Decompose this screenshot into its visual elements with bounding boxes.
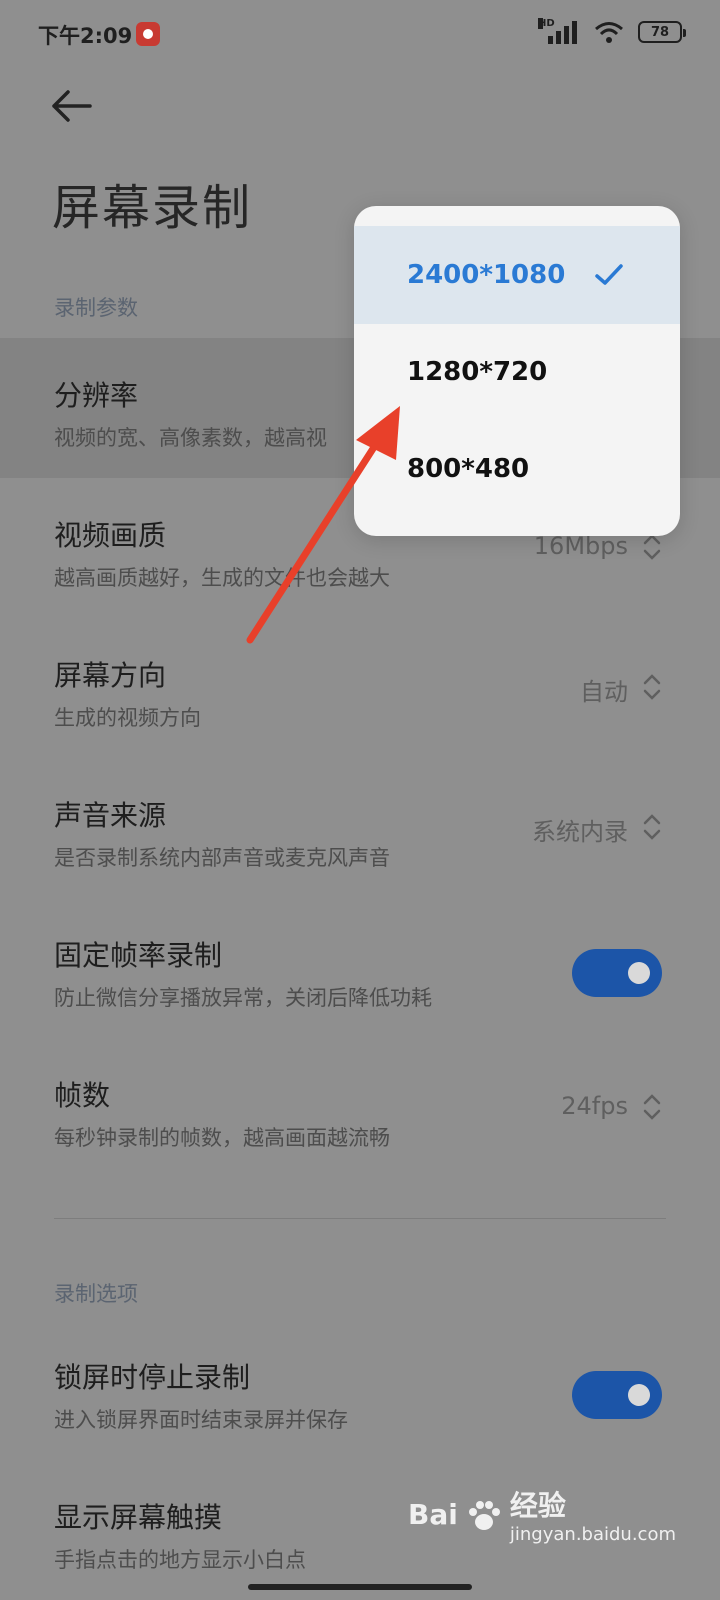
option-label: 800*480 bbox=[407, 454, 530, 484]
arrow-left-icon[interactable] bbox=[50, 86, 94, 126]
toggle-knob bbox=[628, 1384, 650, 1406]
watermark-domain: jingyan.baidu.com bbox=[509, 1524, 676, 1545]
status-bar: 下午2:09 HD 78 bbox=[0, 0, 720, 70]
setting-title: 分辨率 bbox=[54, 379, 139, 412]
paw-icon bbox=[468, 1500, 500, 1530]
chevron-updown-icon bbox=[643, 674, 661, 700]
wifi-icon bbox=[595, 22, 623, 43]
setting-subtitle: 手指点击的地方显示小白点 bbox=[54, 1548, 306, 1572]
section-header-options: 录制选项 bbox=[54, 1282, 138, 1306]
section-divider bbox=[54, 1218, 666, 1219]
setting-subtitle: 进入锁屏界面时结束录屏并保存 bbox=[54, 1408, 348, 1432]
signal-icon: HD bbox=[538, 18, 580, 44]
status-indicators: HD 78 bbox=[538, 18, 686, 44]
battery-level: 78 bbox=[650, 24, 670, 40]
dropdown-option-selected[interactable]: 2400*1080 bbox=[354, 226, 680, 324]
setting-title: 视频画质 bbox=[54, 519, 167, 552]
option-label: 2400*1080 bbox=[407, 260, 566, 290]
chevron-updown-icon bbox=[643, 814, 661, 840]
setting-title: 帧数 bbox=[54, 1079, 111, 1112]
setting-row-stop-on-lock: 锁屏时停止录制 进入锁屏界面时结束录屏并保存 bbox=[0, 1320, 720, 1460]
setting-title: 屏幕方向 bbox=[54, 659, 167, 692]
setting-value: 16Mbps bbox=[533, 532, 628, 560]
fixed-framerate-toggle[interactable] bbox=[572, 949, 662, 997]
watermark-suffix: 经验 bbox=[509, 1489, 566, 1522]
stop-on-lock-toggle[interactable] bbox=[572, 1371, 662, 1419]
checkmark-icon bbox=[595, 264, 623, 285]
setting-row-fixed-framerate: 固定帧率录制 防止微信分享播放异常，关闭后降低功耗 bbox=[0, 898, 720, 1038]
toggle-knob bbox=[628, 962, 650, 984]
setting-title: 声音来源 bbox=[54, 799, 167, 832]
setting-value: 24fps bbox=[561, 1092, 628, 1120]
red-arrow-annotation bbox=[246, 406, 400, 644]
page-title: 屏幕录制 bbox=[52, 180, 253, 236]
section-header-params: 录制参数 bbox=[54, 296, 138, 320]
baidu-watermark: Bai 经验 jingyan.baidu.com bbox=[408, 1484, 676, 1545]
chevron-updown-icon bbox=[643, 1094, 661, 1120]
option-label: 1280*720 bbox=[407, 357, 548, 387]
setting-subtitle: 是否录制系统内部声音或麦克风声音 bbox=[54, 846, 390, 870]
setting-title: 固定帧率录制 bbox=[54, 939, 223, 972]
status-time: 下午2:09 bbox=[38, 24, 133, 48]
setting-subtitle: 生成的视频方向 bbox=[54, 706, 201, 730]
setting-row-frame-rate[interactable]: 帧数 每秒钟录制的帧数，越高画面越流畅 24fps bbox=[0, 1038, 720, 1178]
setting-value: 自动 bbox=[580, 678, 628, 706]
app-notification-icon bbox=[136, 22, 160, 46]
setting-subtitle: 每秒钟录制的帧数，越高画面越流畅 bbox=[54, 1126, 390, 1150]
network-label: HD bbox=[538, 18, 555, 29]
battery-icon: 78 bbox=[638, 21, 686, 43]
chevron-updown-icon bbox=[643, 534, 661, 560]
home-indicator[interactable] bbox=[248, 1584, 472, 1590]
setting-row-audio-source[interactable]: 声音来源 是否录制系统内部声音或麦克风声音 系统内录 bbox=[0, 758, 720, 898]
setting-title: 显示屏幕触摸 bbox=[54, 1501, 223, 1534]
screen-recording-settings-page: 下午2:09 HD 78 屏幕录制 录制参数 分辨率 视频的宽、高像素数，越高视… bbox=[0, 0, 720, 1600]
setting-subtitle: 防止微信分享播放异常，关闭后降低功耗 bbox=[54, 986, 432, 1010]
setting-title: 锁屏时停止录制 bbox=[54, 1361, 251, 1394]
setting-value: 系统内录 bbox=[532, 818, 628, 846]
watermark-brand: Bai bbox=[408, 1498, 458, 1531]
